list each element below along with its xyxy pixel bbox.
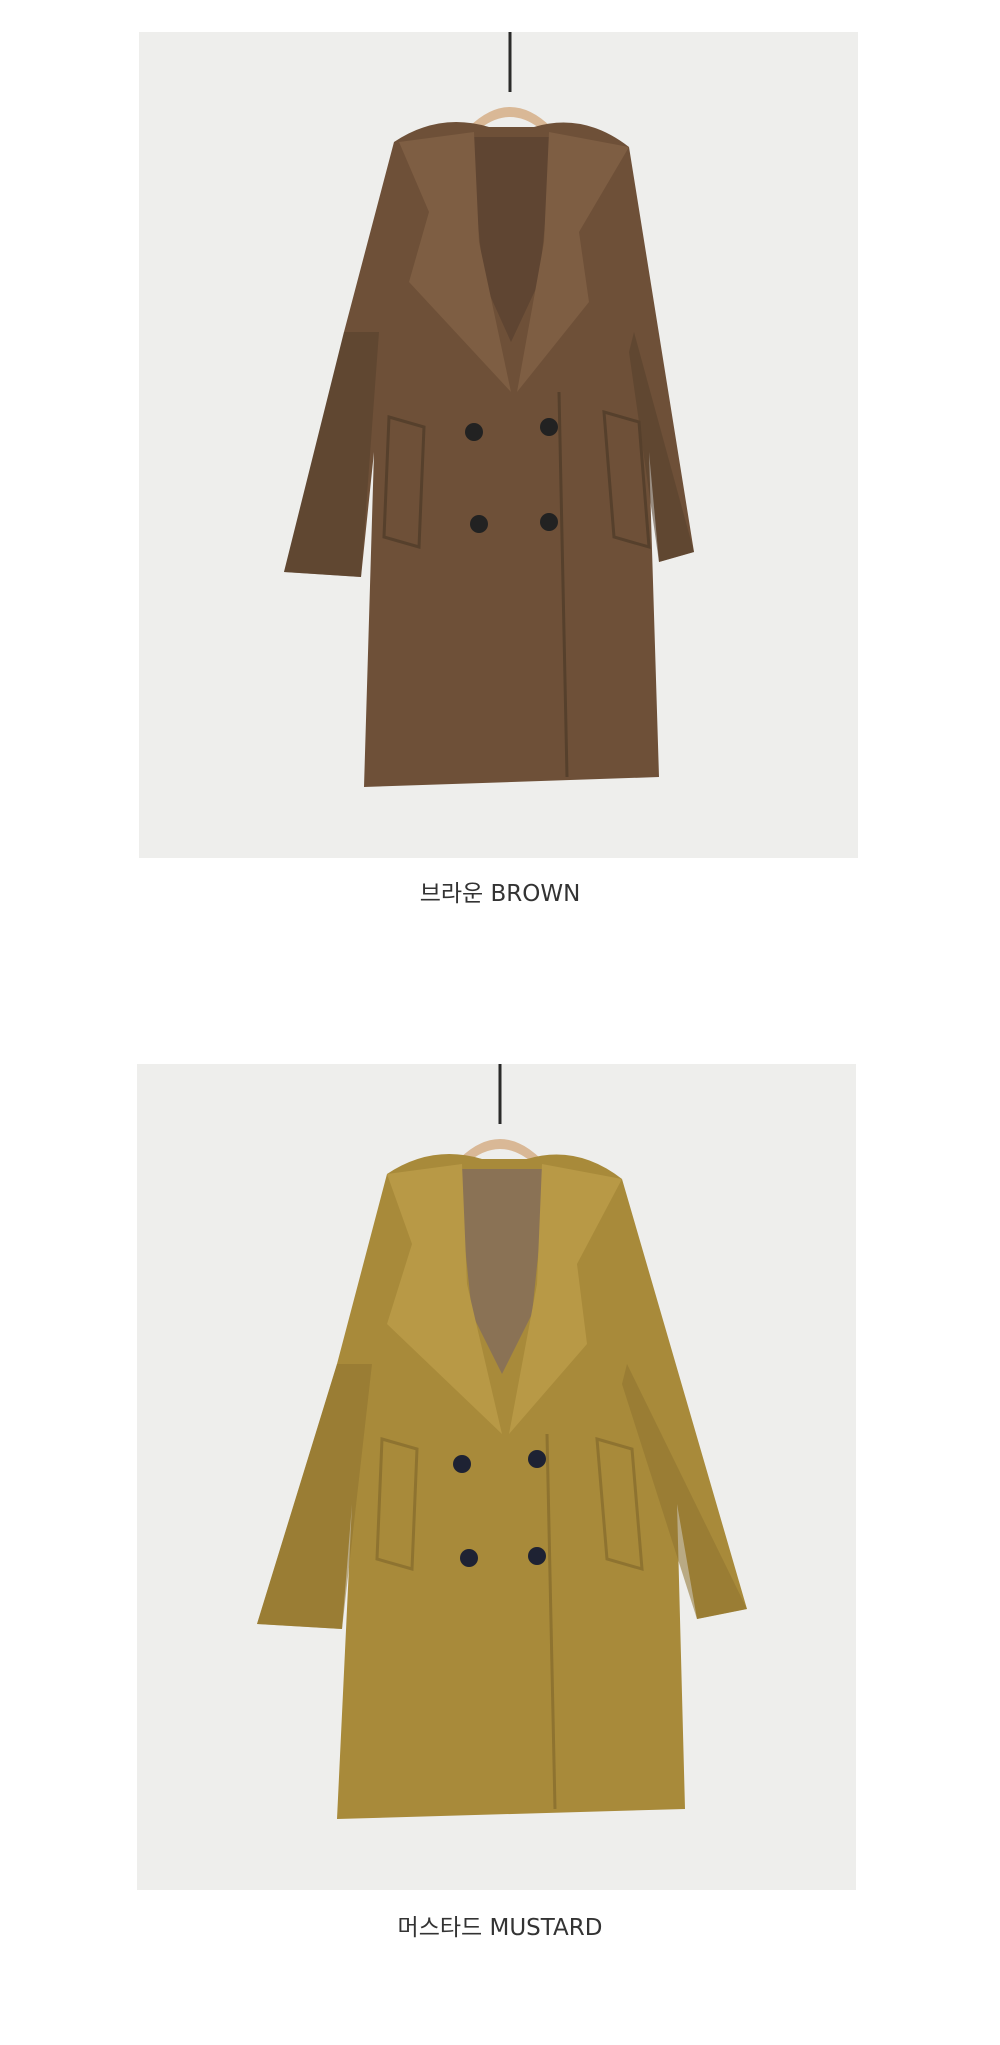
- coat-button: [460, 1549, 478, 1567]
- coat-illustration-mustard: [257, 1064, 747, 1819]
- coat-button: [470, 515, 488, 533]
- coat-button: [465, 423, 483, 441]
- coat-button: [528, 1450, 546, 1468]
- color-caption-mustard: 머스타드 MUSTARD: [397, 1915, 603, 1941]
- coat-button: [540, 513, 558, 531]
- coat-illustration-brown: [284, 32, 694, 787]
- product-photo-mustard: [137, 1064, 856, 1890]
- product-photo-brown: [139, 32, 858, 858]
- color-caption-brown: 브라운 BROWN: [419, 881, 581, 907]
- coat-button: [528, 1547, 546, 1565]
- coat-button: [453, 1455, 471, 1473]
- coat-button: [540, 418, 558, 436]
